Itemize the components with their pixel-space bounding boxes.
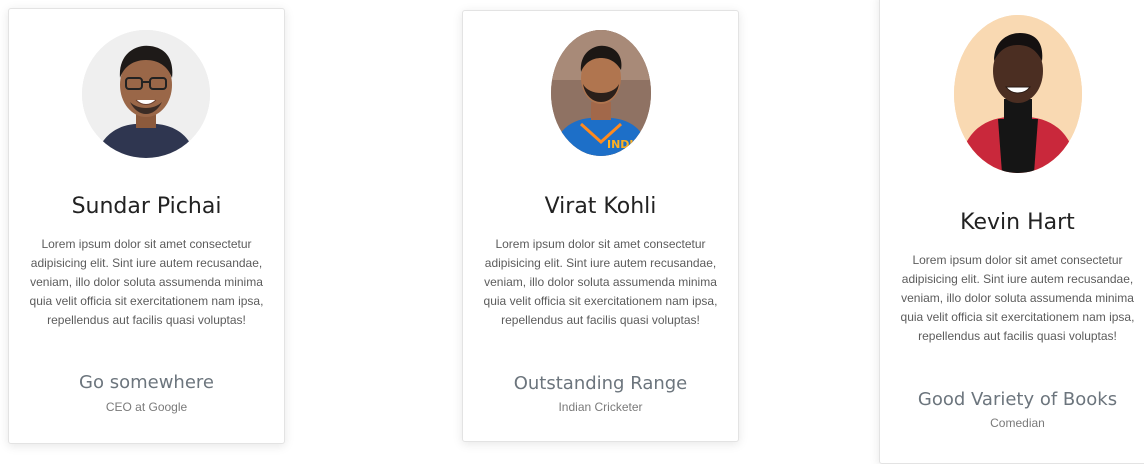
profile-card-virat-kohli: INDI Virat Kohli Lorem ipsum dolor sit a… bbox=[462, 10, 739, 442]
card-subtitle: Indian Cricketer bbox=[558, 400, 643, 414]
card-title-link[interactable]: Good Variety of Books bbox=[880, 389, 1144, 410]
avatar bbox=[82, 30, 210, 158]
svg-text:INDI: INDI bbox=[607, 138, 634, 151]
profile-card-sundar-pichai: Sundar Pichai Lorem ipsum dolor sit amet… bbox=[8, 8, 285, 444]
card-name: Kevin Hart bbox=[960, 210, 1075, 235]
person-photo-icon: INDI bbox=[551, 30, 651, 156]
card-name: Sundar Pichai bbox=[71, 194, 222, 219]
card-description: Lorem ipsum dolor sit amet consectetur a… bbox=[900, 253, 1135, 343]
avatar bbox=[954, 15, 1082, 173]
person-photo-icon bbox=[954, 15, 1082, 173]
card-description: Lorem ipsum dolor sit amet consectetur a… bbox=[483, 237, 718, 327]
card-description: Lorem ipsum dolor sit amet consectetur a… bbox=[29, 237, 264, 327]
person-photo-icon bbox=[82, 30, 210, 158]
card-name: Virat Kohli bbox=[544, 194, 657, 219]
avatar: INDI bbox=[551, 30, 651, 156]
profile-card-kevin-hart: Kevin Hart Lorem ipsum dolor sit amet co… bbox=[879, 0, 1144, 464]
card-title-link[interactable]: Outstanding Range bbox=[463, 373, 738, 394]
card-title-link[interactable]: Go somewhere bbox=[9, 372, 284, 393]
card-subtitle: CEO at Google bbox=[105, 400, 188, 414]
card-subtitle: Comedian bbox=[990, 416, 1045, 430]
